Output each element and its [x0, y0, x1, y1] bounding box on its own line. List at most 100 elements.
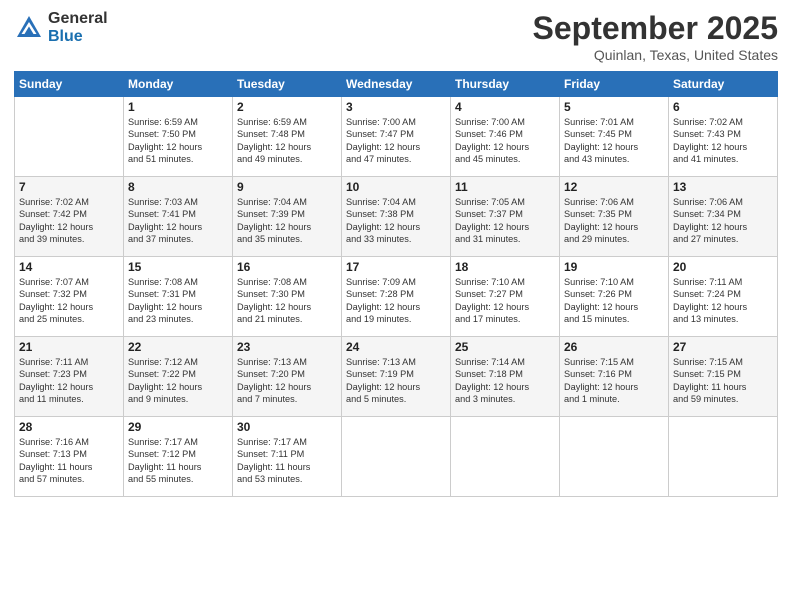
calendar-cell: 13 Sunrise: 7:06 AM Sunset: 7:34 PM Dayli… [669, 177, 778, 257]
day-number: 3 [346, 100, 446, 114]
day-number: 6 [673, 100, 773, 114]
day-info: Sunrise: 7:01 AM Sunset: 7:45 PM Dayligh… [564, 116, 664, 166]
day-info: Sunrise: 7:15 AM Sunset: 7:15 PM Dayligh… [673, 356, 773, 406]
day-number: 11 [455, 180, 555, 194]
week-row-4: 21 Sunrise: 7:11 AM Sunset: 7:23 PM Dayli… [15, 337, 778, 417]
calendar-cell: 18 Sunrise: 7:10 AM Sunset: 7:27 PM Dayli… [451, 257, 560, 337]
day-number: 2 [237, 100, 337, 114]
day-number: 16 [237, 260, 337, 274]
calendar-cell: 17 Sunrise: 7:09 AM Sunset: 7:28 PM Dayli… [342, 257, 451, 337]
weekday-header-sunday: Sunday [15, 72, 124, 97]
day-info: Sunrise: 7:11 AM Sunset: 7:23 PM Dayligh… [19, 356, 119, 406]
day-number: 21 [19, 340, 119, 354]
calendar-cell: 25 Sunrise: 7:14 AM Sunset: 7:18 PM Dayli… [451, 337, 560, 417]
day-number: 19 [564, 260, 664, 274]
week-row-1: 1 Sunrise: 6:59 AM Sunset: 7:50 PM Daylig… [15, 97, 778, 177]
calendar-cell: 29Sunrise: 7:17 AM Sunset: 7:12 PM Dayli… [124, 417, 233, 497]
header: General Blue September 2025 Quinlan, Tex… [14, 10, 778, 63]
day-info: Sunrise: 7:16 AM Sunset: 7:13 PM Dayligh… [19, 436, 119, 486]
day-info: Sunrise: 7:08 AM Sunset: 7:30 PM Dayligh… [237, 276, 337, 326]
day-info: Sunrise: 7:15 AM Sunset: 7:16 PM Dayligh… [564, 356, 664, 406]
week-row-5: 28 Sunrise: 7:16 AM Sunset: 7:13 PM Dayli… [15, 417, 778, 497]
calendar-cell: 6Sunrise: 7:02 AM Sunset: 7:43 PM Daylig… [669, 97, 778, 177]
weekday-header-tuesday: Tuesday [233, 72, 342, 97]
day-info: Sunrise: 7:14 AM Sunset: 7:18 PM Dayligh… [455, 356, 555, 406]
calendar-cell: 22 Sunrise: 7:12 AM Sunset: 7:22 PM Dayli… [124, 337, 233, 417]
day-number: 13 [673, 180, 773, 194]
calendar-cell: 1 Sunrise: 6:59 AM Sunset: 7:50 PM Daylig… [124, 97, 233, 177]
day-info: Sunrise: 7:12 AM Sunset: 7:22 PM Dayligh… [128, 356, 228, 406]
day-info: Sunrise: 6:59 AM Sunset: 7:50 PM Dayligh… [128, 116, 228, 166]
calendar-cell [451, 417, 560, 497]
calendar-cell: 3Sunrise: 7:00 AM Sunset: 7:47 PM Daylig… [342, 97, 451, 177]
day-number: 22 [128, 340, 228, 354]
calendar-cell: 30 Sunrise: 7:17 AM Sunset: 7:11 PM Dayli… [233, 417, 342, 497]
calendar-cell: 19 Sunrise: 7:10 AM Sunset: 7:26 PM Dayli… [560, 257, 669, 337]
calendar-cell: 4Sunrise: 7:00 AM Sunset: 7:46 PM Daylig… [451, 97, 560, 177]
page-container: General Blue September 2025 Quinlan, Tex… [0, 0, 792, 507]
day-number: 28 [19, 420, 119, 434]
day-info: Sunrise: 7:10 AM Sunset: 7:27 PM Dayligh… [455, 276, 555, 326]
calendar-cell: 28 Sunrise: 7:16 AM Sunset: 7:13 PM Dayli… [15, 417, 124, 497]
week-row-2: 7Sunrise: 7:02 AM Sunset: 7:42 PM Daylig… [15, 177, 778, 257]
calendar-cell: 11 Sunrise: 7:05 AM Sunset: 7:37 PM Dayli… [451, 177, 560, 257]
calendar-cell: 16 Sunrise: 7:08 AM Sunset: 7:30 PM Dayli… [233, 257, 342, 337]
month-title: September 2025 [533, 10, 778, 47]
day-number: 10 [346, 180, 446, 194]
day-number: 12 [564, 180, 664, 194]
calendar-cell [342, 417, 451, 497]
weekday-header-saturday: Saturday [669, 72, 778, 97]
day-info: Sunrise: 7:13 AM Sunset: 7:20 PM Dayligh… [237, 356, 337, 406]
day-info: Sunrise: 7:07 AM Sunset: 7:32 PM Dayligh… [19, 276, 119, 326]
day-number: 14 [19, 260, 119, 274]
day-info: Sunrise: 7:00 AM Sunset: 7:46 PM Dayligh… [455, 116, 555, 166]
day-number: 25 [455, 340, 555, 354]
weekday-header-thursday: Thursday [451, 72, 560, 97]
title-block: September 2025 Quinlan, Texas, United St… [533, 10, 778, 63]
day-info: Sunrise: 6:59 AM Sunset: 7:48 PM Dayligh… [237, 116, 337, 166]
logo-icon [14, 13, 44, 43]
day-info: Sunrise: 7:06 AM Sunset: 7:34 PM Dayligh… [673, 196, 773, 246]
day-info: Sunrise: 7:06 AM Sunset: 7:35 PM Dayligh… [564, 196, 664, 246]
calendar-cell: 20 Sunrise: 7:11 AM Sunset: 7:24 PM Dayli… [669, 257, 778, 337]
day-number: 17 [346, 260, 446, 274]
calendar-cell [15, 97, 124, 177]
logo-text: General Blue [48, 10, 108, 45]
logo: General Blue [14, 10, 108, 45]
day-number: 27 [673, 340, 773, 354]
day-info: Sunrise: 7:04 AM Sunset: 7:39 PM Dayligh… [237, 196, 337, 246]
day-number: 26 [564, 340, 664, 354]
day-info: Sunrise: 7:13 AM Sunset: 7:19 PM Dayligh… [346, 356, 446, 406]
day-number: 18 [455, 260, 555, 274]
calendar-cell: 8Sunrise: 7:03 AM Sunset: 7:41 PM Daylig… [124, 177, 233, 257]
day-number: 8 [128, 180, 228, 194]
day-info: Sunrise: 7:11 AM Sunset: 7:24 PM Dayligh… [673, 276, 773, 326]
week-row-3: 14 Sunrise: 7:07 AM Sunset: 7:32 PM Dayli… [15, 257, 778, 337]
weekday-header-wednesday: Wednesday [342, 72, 451, 97]
day-info: Sunrise: 7:09 AM Sunset: 7:28 PM Dayligh… [346, 276, 446, 326]
day-info: Sunrise: 7:17 AM Sunset: 7:11 PM Dayligh… [237, 436, 337, 486]
calendar-cell: 5 Sunrise: 7:01 AM Sunset: 7:45 PM Daylig… [560, 97, 669, 177]
calendar-cell: 7Sunrise: 7:02 AM Sunset: 7:42 PM Daylig… [15, 177, 124, 257]
calendar-cell [560, 417, 669, 497]
logo-blue: Blue [48, 28, 108, 46]
day-info: Sunrise: 7:05 AM Sunset: 7:37 PM Dayligh… [455, 196, 555, 246]
weekday-header-friday: Friday [560, 72, 669, 97]
day-number: 1 [128, 100, 228, 114]
day-number: 15 [128, 260, 228, 274]
day-number: 24 [346, 340, 446, 354]
calendar-cell [669, 417, 778, 497]
day-info: Sunrise: 7:10 AM Sunset: 7:26 PM Dayligh… [564, 276, 664, 326]
calendar-cell: 26 Sunrise: 7:15 AM Sunset: 7:16 PM Dayli… [560, 337, 669, 417]
weekday-header-row: SundayMondayTuesdayWednesdayThursdayFrid… [15, 72, 778, 97]
day-number: 7 [19, 180, 119, 194]
calendar-cell: 24 Sunrise: 7:13 AM Sunset: 7:19 PM Dayli… [342, 337, 451, 417]
day-number: 5 [564, 100, 664, 114]
weekday-header-monday: Monday [124, 72, 233, 97]
calendar-cell: 27 Sunrise: 7:15 AM Sunset: 7:15 PM Dayli… [669, 337, 778, 417]
day-number: 20 [673, 260, 773, 274]
calendar-cell: 15 Sunrise: 7:08 AM Sunset: 7:31 PM Dayli… [124, 257, 233, 337]
day-info: Sunrise: 7:08 AM Sunset: 7:31 PM Dayligh… [128, 276, 228, 326]
day-number: 30 [237, 420, 337, 434]
day-number: 29 [128, 420, 228, 434]
